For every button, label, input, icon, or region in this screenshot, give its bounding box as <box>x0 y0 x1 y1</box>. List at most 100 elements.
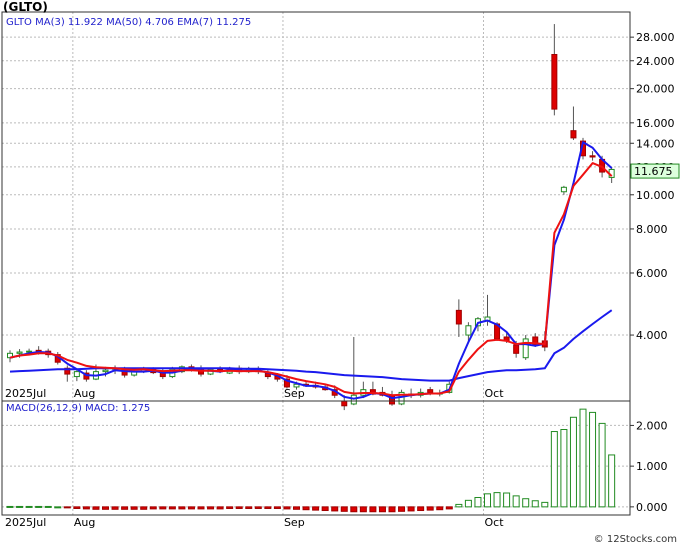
macd-bar <box>598 422 606 508</box>
month-label: 2025Jul <box>5 387 46 400</box>
macd-bar <box>25 505 33 508</box>
candle-body <box>341 400 348 407</box>
macd-bar <box>398 506 406 512</box>
candle-body <box>102 369 109 373</box>
macd-bar <box>608 454 616 508</box>
symbol-title: (GLTO) <box>3 0 48 14</box>
macd-bar <box>312 506 320 511</box>
macd-bar <box>140 506 148 510</box>
macd-bar <box>407 506 415 512</box>
candle-body <box>465 325 472 336</box>
macd-bar <box>111 506 119 510</box>
price-tick-label: 20.000 <box>636 83 675 96</box>
legend-value: 4.706 <box>142 17 174 28</box>
macd-tick-label: 1.000 <box>636 460 668 473</box>
macd-tick-label: 2.000 <box>636 419 668 432</box>
macd-bar <box>417 506 425 512</box>
candle-body <box>560 186 567 193</box>
macd-bar <box>73 506 81 509</box>
macd-bar <box>522 498 530 508</box>
macd-bar <box>531 500 539 508</box>
macd-bar <box>283 506 291 510</box>
macd-bar <box>445 506 453 510</box>
macd-bar <box>302 506 310 511</box>
macd-bar <box>426 506 434 511</box>
price-tick-label: 28.000 <box>636 31 675 44</box>
legend-value: 11.922 <box>65 17 103 28</box>
macd-bar <box>464 499 472 508</box>
candle-body <box>513 344 520 354</box>
macd-bar <box>493 492 501 508</box>
macd-bar <box>569 416 577 508</box>
macd-bar <box>92 506 100 510</box>
macd-legend: MACD(26,12,9) MACD: 1.275 <box>6 403 150 414</box>
candle-body <box>16 351 23 354</box>
macd-bar <box>130 506 138 510</box>
macd-bar <box>35 505 43 508</box>
macd-bar <box>254 506 262 509</box>
candle-body <box>570 130 577 139</box>
legend-label: GLTO <box>6 17 32 28</box>
macd-bar <box>264 506 272 509</box>
candle-body <box>551 54 558 110</box>
macd-bar <box>359 506 367 513</box>
macd-bar <box>321 506 329 512</box>
price-tick-label: 16.000 <box>636 117 675 130</box>
month-label: Oct <box>485 516 505 529</box>
macd-bar <box>149 506 157 510</box>
month-label: Aug <box>74 516 95 529</box>
legend-label: MA(3) <box>32 17 65 28</box>
macd-bar <box>378 506 386 513</box>
macd-bar <box>168 506 176 510</box>
legend-label: MA(50) <box>103 17 142 28</box>
candle-body <box>427 389 434 393</box>
price-tick-label: 24.000 <box>636 55 675 68</box>
legend-label: MACD: <box>82 403 119 414</box>
macd-bar <box>512 495 520 508</box>
macd-bar <box>293 506 300 510</box>
macd-bar <box>388 506 396 513</box>
macd-tick-label: 0.000 <box>636 501 668 514</box>
macd-bar <box>16 505 24 508</box>
macd-bar <box>102 506 109 510</box>
price-legend: GLTO MA(3) 11.922 MA(50) 4.706 EMA(7) 11… <box>6 17 251 28</box>
macd-bar <box>197 506 205 510</box>
stock-chart: 4.0006.0008.00010.00012.00014.00016.0002… <box>0 0 680 546</box>
macd-bar <box>159 506 167 510</box>
price-tick-label: 10.000 <box>636 189 675 202</box>
macd-bar <box>350 506 358 513</box>
last-price-value: 11.675 <box>634 165 673 178</box>
candle-body <box>26 350 33 353</box>
price-tick-label: 8.000 <box>636 223 668 236</box>
month-label: Oct <box>485 387 505 400</box>
price-tick-label: 14.000 <box>636 137 675 150</box>
last-price-label: 11.675 <box>630 163 680 179</box>
macd-bar <box>6 505 14 508</box>
macd-bar <box>560 429 568 508</box>
macd-bar <box>550 431 558 508</box>
macd-bar <box>187 506 195 510</box>
legend-label: EMA(7) <box>174 17 213 28</box>
month-label: Sep <box>284 516 305 529</box>
macd-bar <box>63 506 71 509</box>
candle-body <box>73 371 80 378</box>
macd-bar <box>178 506 186 510</box>
macd-bar <box>436 506 444 511</box>
macd-bar <box>235 506 243 509</box>
macd-bar <box>455 503 463 508</box>
macd-bar <box>579 408 587 508</box>
macd-bar <box>54 506 62 509</box>
chart-stage: 4.0006.0008.00010.00012.00014.00016.0002… <box>0 0 680 546</box>
macd-bar <box>226 506 234 509</box>
macd-bar <box>121 506 129 510</box>
macd-bar <box>484 493 491 508</box>
macd-bar <box>82 506 90 510</box>
macd-bar <box>216 506 224 510</box>
macd-bar <box>331 506 339 512</box>
macd-bar <box>474 496 482 508</box>
price-tick-label: 4.000 <box>636 329 668 342</box>
legend-value: 1.275 <box>118 403 150 414</box>
macd-bar <box>369 506 377 513</box>
candle-body <box>455 309 462 325</box>
macd-bar <box>503 492 511 508</box>
